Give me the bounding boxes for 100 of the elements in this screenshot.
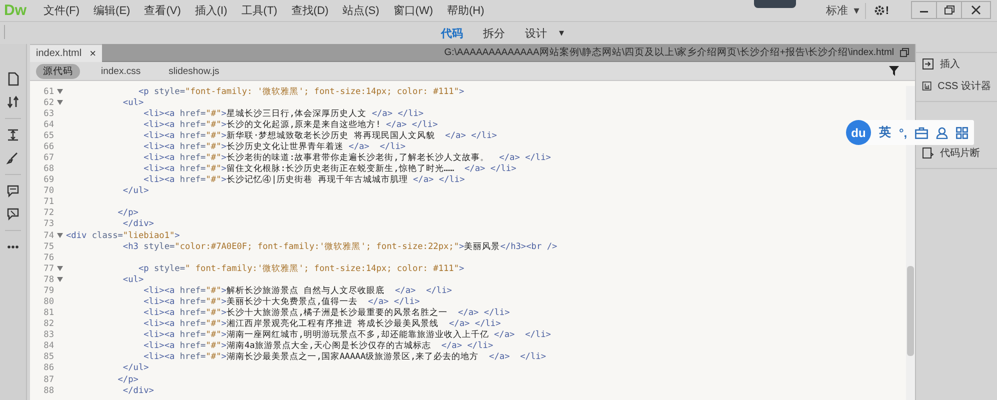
ime-punctuation-toggle[interactable]: °,: [899, 126, 908, 140]
file-path: G:\AAAAAAAAAAAAA网站案例\静态网站\四页及以上\家乡介绍网页\长沙介绍+报告\长沙介绍\index.html: [444, 46, 894, 59]
user-icon[interactable]: [936, 126, 948, 138]
line-number: 62: [42, 98, 54, 108]
menu-item[interactable]: 帮助(H): [440, 3, 492, 18]
grid-icon[interactable]: [956, 126, 968, 138]
menu-item[interactable]: 编辑(E): [86, 3, 138, 18]
line-number: 88: [42, 386, 54, 396]
thumbnail-placeholder: [754, 0, 796, 8]
window-icon[interactable]: [900, 48, 909, 57]
view-dropdown-caret[interactable]: ▾: [558, 28, 564, 38]
line-number: 73: [42, 219, 54, 230]
code-line: <li><a href="#">长沙历史文化让世界青年着迷 </a> </li>: [142, 140, 406, 152]
code-line: </div>: [122, 219, 154, 230]
line-number: 87: [42, 374, 54, 385]
code-line: <div class="liebiao1">: [66, 230, 180, 241]
menu-item[interactable]: 工具(T): [234, 3, 284, 18]
expand-icon[interactable]: [6, 128, 20, 142]
code-line: <li><a href="#">湖南长沙最美景点之一,国家AAAAA级旅游景区,来了必去的地方 </a> </li>: [143, 351, 546, 364]
code-line: </ul>: [122, 186, 149, 196]
line-number: 82: [42, 319, 54, 330]
toolbox-icon[interactable]: [915, 126, 928, 138]
tab-close-button[interactable]: ×: [90, 48, 96, 60]
menu-item[interactable]: 查找(D): [284, 3, 336, 18]
code-line: <ul>: [122, 98, 144, 108]
code-line: <h3 style="color:#7A0E0F; font-family:'微软雅黑'; font-size:22px;">美丽风景</h3><br />: [122, 240, 558, 253]
line-number: 80: [42, 297, 54, 308]
line-number: 84: [42, 341, 54, 352]
comment-icon[interactable]: [6, 184, 20, 198]
code-line: <p style="font-family: '微软雅黑'; font-size:14px; color: #111">: [138, 86, 464, 98]
code-line: <li><a href="#">湘江西岸景观亮化工程有序推进 将成长沙最美风景线 </a> </li>: [142, 318, 501, 330]
code-line: <li><a href="#">留住文化根脉:长沙历史老街正在蜕变新生,惊艳了时光…… </a> </li>: [142, 163, 516, 174]
brush-icon[interactable]: [6, 151, 20, 165]
code-line: <li><a href="#">湖南4a旅游景点大全,天心阁是长沙仅存的古城标志 </a> </li>: [142, 340, 494, 352]
related-file-tab[interactable]: slideshow.js: [162, 64, 226, 78]
fold-arrow-icon[interactable]: [57, 266, 63, 272]
menu-item[interactable]: 窗口(W): [386, 3, 440, 18]
line-number: 79: [42, 286, 54, 296]
settings-button[interactable]: !: [874, 4, 889, 16]
css-designer-icon: [922, 80, 932, 92]
view-tab[interactable]: 拆分: [474, 24, 513, 42]
fold-arrow-icon[interactable]: [57, 100, 63, 106]
ime-logo: du: [846, 120, 871, 145]
gear-icon: [874, 5, 886, 16]
menu-item[interactable]: 站点(S): [336, 3, 386, 18]
code-line: <li><a href="#">美丽长沙十大免费景点,值得一去 </a> </li>: [142, 296, 420, 308]
code-line: <li><a href="#">长沙老街的味道:故事君带你走遍长沙老街,了解老长沙人文故事。 </a> </li>: [142, 152, 551, 164]
fold-arrow-icon[interactable]: [57, 233, 63, 238]
line-number: 69: [42, 175, 54, 186]
menu-item[interactable]: 查看(V): [137, 3, 188, 18]
ime-language-toggle[interactable]: 英: [879, 124, 891, 141]
insert-icon: [922, 58, 934, 70]
code-line: <p style=" font-family:'微软雅黑'; font-size:14px; color: #111">: [138, 262, 464, 275]
panel-item[interactable]: CSS 设计器: [916, 75, 997, 97]
fold-arrow-icon[interactable]: [57, 277, 63, 282]
related-file-tab[interactable]: index.css: [94, 64, 148, 78]
sort-arrows-icon[interactable]: [6, 95, 20, 109]
line-number: 77: [42, 264, 54, 274]
view-tab[interactable]: 设计: [516, 24, 555, 42]
menu-item[interactable]: 插入(I): [188, 3, 234, 18]
snippet-icon: [922, 147, 934, 159]
code-line: <ul>: [122, 274, 144, 285]
line-number: 67: [42, 153, 54, 163]
line-number: 86: [42, 363, 54, 374]
code-line: </ul>: [122, 363, 149, 374]
code-line: <li><a href="#">长沙的文化起源,原来是来自这些地方! </a> </li>: [142, 118, 438, 131]
line-number: 70: [42, 186, 54, 196]
line-number: 76: [42, 252, 54, 263]
scrollbar[interactable]: [906, 86, 915, 400]
code-line: <li><a href="#">长沙记忆④|历史街巷 再现千年古城城市肌理 </a> </li>: [143, 174, 465, 186]
code-line: </p>: [116, 208, 138, 218]
line-number: 74: [42, 230, 54, 241]
app-logo: Dw: [4, 2, 26, 19]
filter-icon[interactable]: [889, 66, 899, 76]
line-number: 65: [42, 130, 54, 141]
file-icon[interactable]: [6, 72, 20, 86]
code-line: </p>: [116, 374, 138, 385]
code-line: <li><a href="#">长沙十大旅游景点,橘子洲是长沙最重要的风景名胜之一 </a> </li>: [142, 307, 510, 318]
line-number: 61: [42, 86, 54, 97]
panel-item[interactable]: 代码片断: [916, 142, 997, 164]
line-number: 64: [42, 120, 54, 130]
line-number: 78: [42, 274, 54, 285]
document-tab-label: index.html: [36, 48, 82, 59]
line-number: 83: [42, 330, 54, 340]
uncomment-icon[interactable]: [6, 207, 20, 221]
code-line: <li><a href="#">湖南一座网红城市,明明游玩景点不多,却还能靠旅游业收入上千亿 </a> </li>: [142, 329, 551, 340]
code-line: </div>: [122, 386, 154, 396]
line-number: 85: [42, 352, 54, 362]
code-line: <li><a href="#">新华联·梦想城致敬老长沙历史 将再现民国人文风貌 </a> </li>: [142, 130, 497, 142]
document-tab[interactable]: index.html ×: [30, 44, 102, 62]
panel-item[interactable]: 插入: [916, 53, 997, 75]
fold-arrow-icon[interactable]: [57, 89, 63, 94]
line-number: 75: [42, 242, 54, 252]
menu-item[interactable]: 文件(F): [36, 3, 87, 18]
scrollbar-thumb[interactable]: [907, 266, 914, 356]
line-number: 71: [42, 197, 54, 208]
related-file-tab[interactable]: 源代码: [36, 64, 80, 78]
workspace-dropdown[interactable]: 标准 ▾: [820, 2, 866, 18]
line-number: 63: [42, 108, 54, 119]
line-number: 68: [42, 164, 54, 174]
